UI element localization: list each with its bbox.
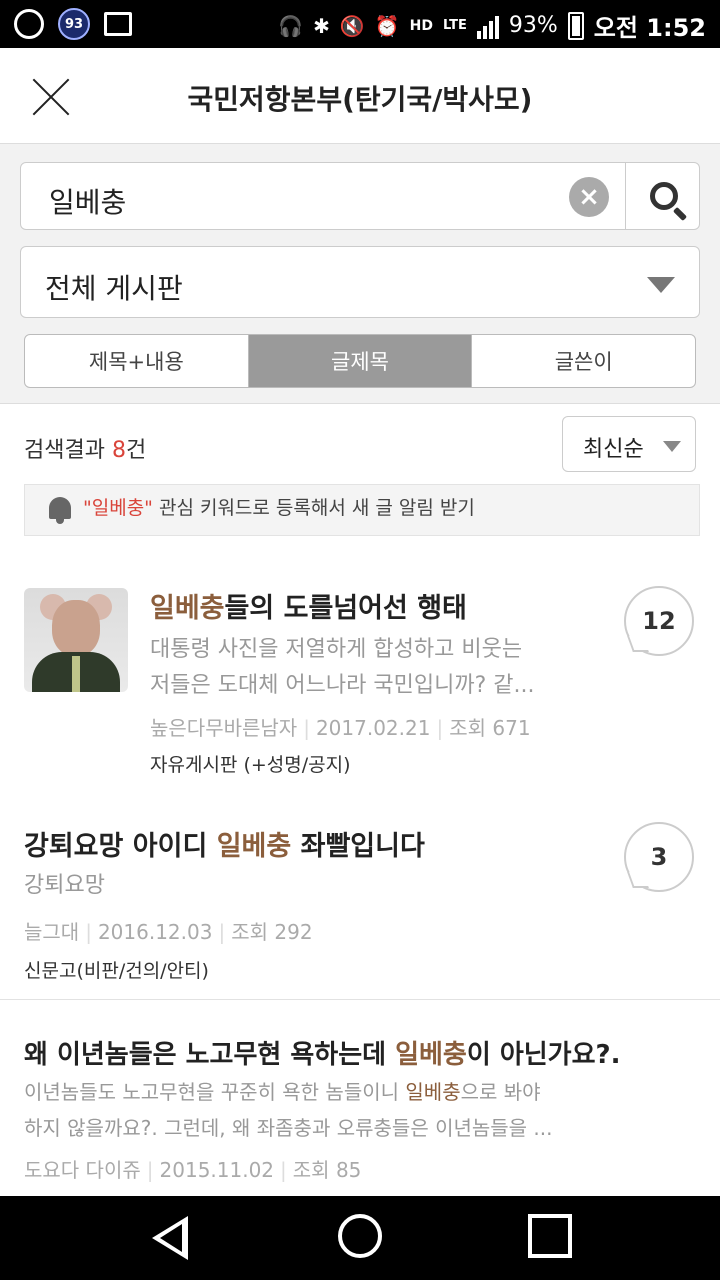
- result-count-number: 8: [111, 438, 126, 463]
- search-input[interactable]: 일베충: [49, 181, 126, 221]
- app-notification-icon: [14, 9, 44, 39]
- post-author: 높은다무바른남자: [150, 716, 298, 740]
- post-views: 조회 292: [231, 920, 313, 944]
- post-preview: 강퇴요망: [24, 873, 105, 898]
- preview-keyword: 일베충: [405, 1080, 461, 1104]
- tab-title-content[interactable]: 제목+내용: [25, 335, 249, 387]
- preview-line: 대통령 사진을 저열하게 합성하고 비웃는: [150, 637, 523, 662]
- navigation-bar: [0, 1196, 720, 1280]
- chevron-down-icon: [647, 277, 675, 293]
- app-header: 국민저항본부(탄기국/박사모): [0, 48, 720, 144]
- comment-count-badge: 3: [624, 822, 694, 892]
- post-title: 일베충들의 도를넘어선 행태: [150, 586, 467, 625]
- chevron-down-icon: [663, 441, 681, 452]
- sort-dropdown[interactable]: 최신순: [562, 416, 696, 472]
- mute-icon: 🔇: [339, 13, 365, 38]
- alarm-icon: ⏰: [374, 13, 400, 38]
- title-keyword: 일베충: [216, 831, 292, 862]
- title-text: 들의 도를넘어선 행태: [224, 593, 467, 624]
- post-board: 자유게시판 (+성명/공지): [150, 754, 351, 776]
- post-views: 조회 85: [292, 1158, 362, 1182]
- sort-label: 최신순: [583, 437, 644, 462]
- search-scope-tabs: 제목+내용 글제목 글쓴이: [24, 334, 696, 388]
- list-item[interactable]: 왜 이년놈들은 노고무현 욕하는데 일베충이 아닌가요?. 이년놈들도 노고무현…: [0, 1012, 720, 1196]
- result-count-prefix: 검색결과: [24, 438, 105, 463]
- post-date: 2017.02.21: [315, 716, 431, 740]
- comment-count-badge: 12: [624, 586, 694, 656]
- preview-line: 하지 않을까요?. 그런데, 왜 좌좀충과 오류충들은 이년놈들을 ...: [24, 1116, 553, 1140]
- post-thumbnail: [24, 588, 128, 692]
- status-bar: 93 🎧 ✱ 🔇 ⏰ HD LTE 93% 오전 1:52: [0, 0, 720, 48]
- post-preview: 대통령 사진을 저열하게 합성하고 비웃는 저들은 도대체 어느나라 국민입니까…: [150, 632, 534, 704]
- search-field[interactable]: 일베충 ×: [20, 162, 700, 230]
- notification-badge-icon: 93: [58, 8, 90, 40]
- keyword-alert-banner[interactable]: "일베충" 관심 키워드로 등록해서 새 글 알림 받기: [24, 484, 700, 536]
- bluetooth-icon: ✱: [313, 13, 330, 38]
- post-views: 조회 671: [449, 716, 531, 740]
- headphones-icon: 🎧: [278, 13, 304, 38]
- title-text: 이 아닌가요?.: [466, 1040, 621, 1070]
- title-text: 왜 이년놈들은 노고무현 욕하는데: [24, 1040, 396, 1070]
- keyword-alert-text: "일베충" 관심 키워드로 등록해서 새 글 알림 받기: [83, 493, 475, 520]
- list-item[interactable]: 강퇴요망 아이디 일베충 좌빨입니다 강퇴요망 늘그대 | 2016.12.03 | 조…: [0, 800, 720, 1000]
- tab-title[interactable]: 글제목: [248, 335, 473, 387]
- board-dropdown-label: 전체 게시판: [45, 272, 183, 305]
- search-button[interactable]: [625, 163, 701, 229]
- page-title: 국민저항본부(탄기국/박사모): [187, 83, 533, 116]
- result-count: 검색결과 8건: [24, 432, 146, 464]
- bell-icon: [49, 497, 71, 524]
- title-text: 강퇴요망 아이디: [24, 831, 217, 862]
- recent-apps-icon[interactable]: [528, 1214, 572, 1258]
- preview-line: 저들은 도대체 어느나라 국민입니까? 같...: [150, 673, 535, 698]
- result-bar: 검색결과 8건 최신순: [0, 404, 720, 488]
- board-dropdown[interactable]: 전체 게시판: [20, 246, 700, 318]
- title-text: 좌빨입니다: [291, 831, 425, 862]
- clear-search-button[interactable]: ×: [569, 177, 609, 217]
- post-title: 강퇴요망 아이디 일베충 좌빨입니다: [24, 824, 425, 863]
- result-count-suffix: 건: [125, 438, 147, 463]
- hd-voice-icon: HD: [409, 17, 433, 34]
- post-meta: 도요다 다이쥬 | 2015.11.02 | 조회 85: [24, 1158, 362, 1182]
- alert-message: 관심 키워드로 등록해서 새 글 알림 받기: [158, 497, 475, 519]
- battery-icon: [567, 11, 584, 40]
- search-icon: [649, 182, 678, 210]
- post-meta: 늘그대 | 2016.12.03 | 조회 292: [24, 920, 313, 944]
- post-date: 2015.11.02: [159, 1158, 275, 1182]
- post-meta: 높은다무바른남자 | 2017.02.21 | 조회 671: [150, 716, 531, 740]
- preview-line: 이년놈들도 노고무현을 꾸준히 욕한 놈들이니 일베충으로 봐야: [24, 1074, 696, 1110]
- alert-keyword: "일베충": [83, 497, 153, 519]
- title-keyword: 일베충: [395, 1040, 467, 1070]
- post-author: 늘그대: [24, 920, 80, 944]
- post-title: 왜 이년놈들은 노고무현 욕하는데 일베충이 아닌가요?.: [24, 1034, 620, 1071]
- signal-icon: [476, 13, 499, 39]
- post-date: 2016.12.03: [97, 920, 213, 944]
- back-icon[interactable]: [152, 1216, 188, 1260]
- title-keyword: 일베충: [150, 593, 225, 624]
- network-type: LTE: [442, 18, 467, 33]
- home-icon[interactable]: [338, 1214, 382, 1258]
- tab-author[interactable]: 글쓴이: [472, 335, 695, 387]
- preview-text: 으로 봐야: [460, 1080, 541, 1104]
- list-item[interactable]: 일베충들의 도를넘어선 행태 대통령 사진을 저열하게 합성하고 비웃는 저들은…: [0, 560, 720, 790]
- preview-text: 이년놈들도 노고무현을 꾸준히 욕한 놈들이니: [24, 1080, 406, 1104]
- image-notification-icon: [104, 12, 132, 36]
- search-panel: 일베충 × 전체 게시판 제목+내용 글제목 글쓴이: [0, 144, 720, 404]
- clock: 오전 1:52: [593, 14, 706, 42]
- battery-percent: 93%: [508, 13, 558, 38]
- post-author: 도요다 다이쥬: [24, 1158, 141, 1182]
- post-preview: 이년놈들도 노고무현을 꾸준히 욕한 놈들이니 일베충으로 봐야 하지 않을까요…: [24, 1074, 696, 1146]
- post-board: 신문고(비판/건의/안티): [24, 960, 209, 982]
